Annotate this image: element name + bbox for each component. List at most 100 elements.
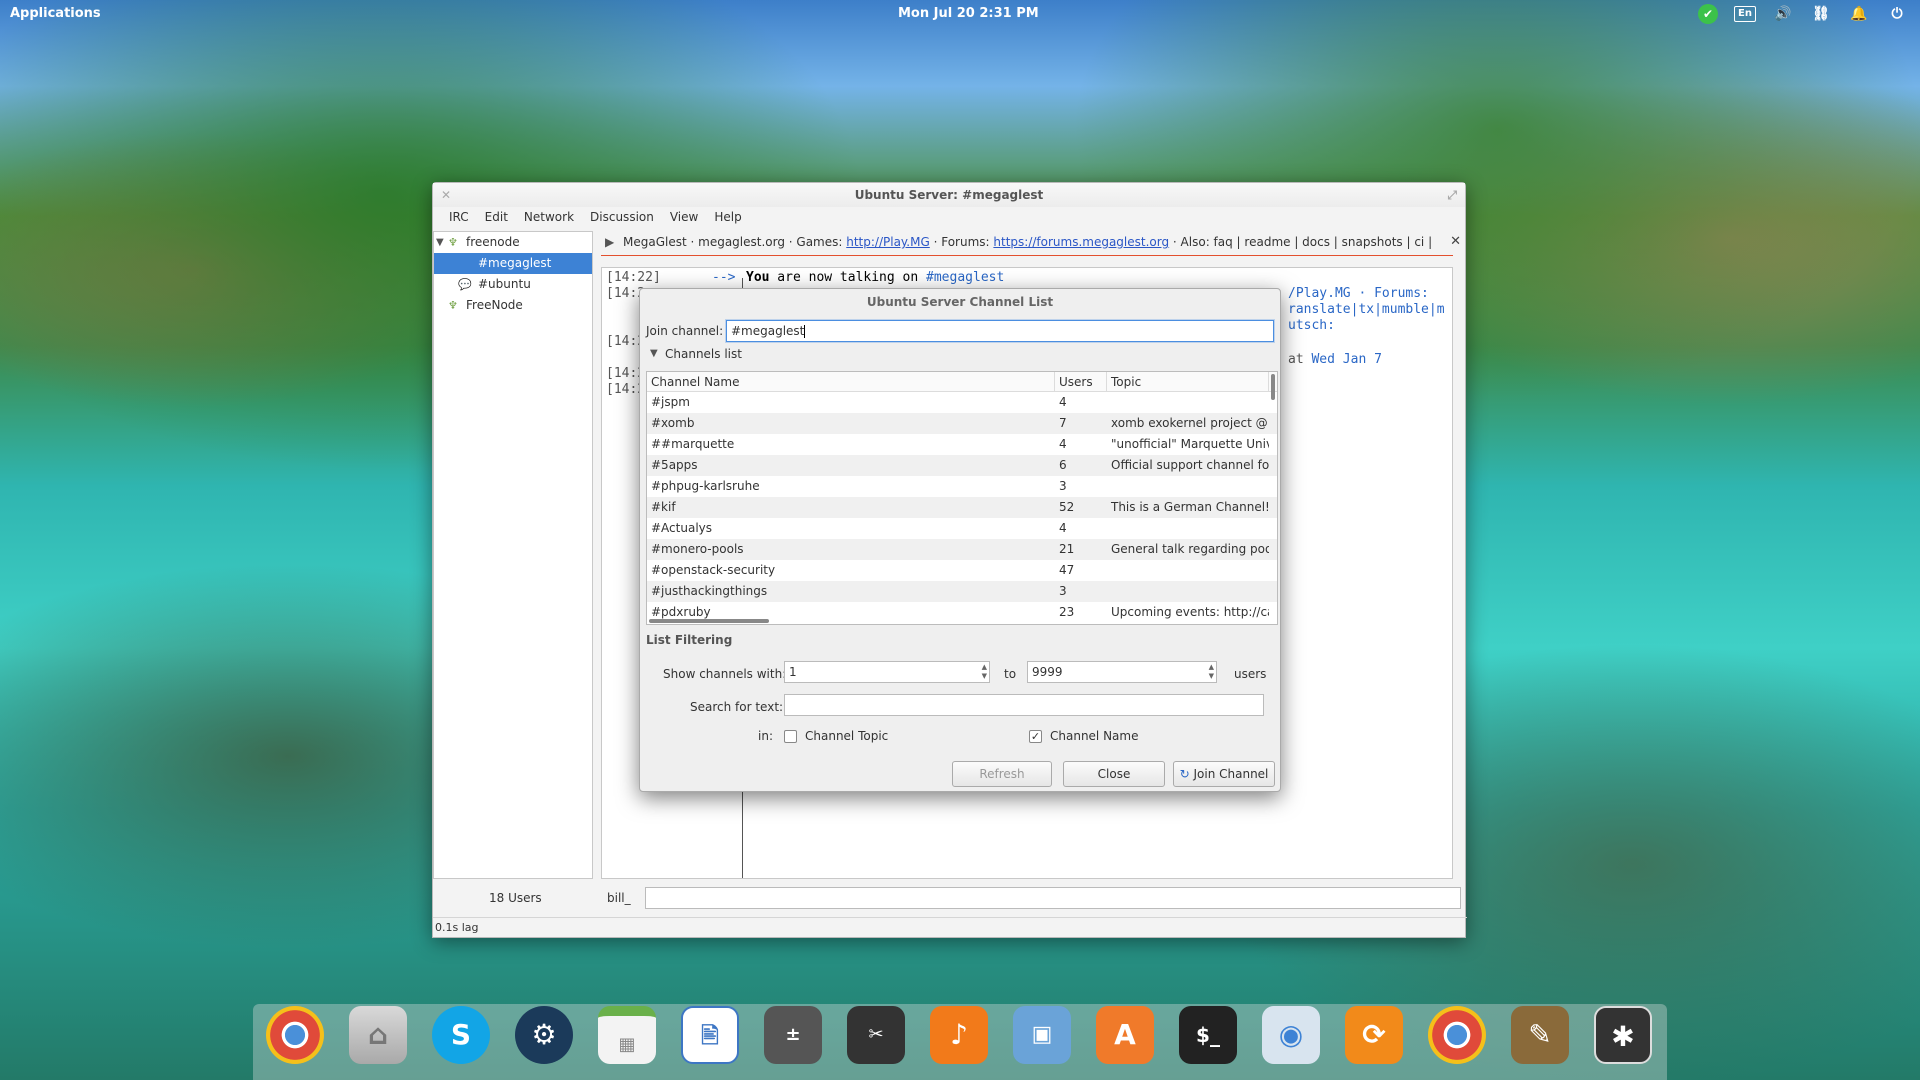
menubar: IRC Edit Network Discussion View Help (433, 207, 1465, 227)
music-icon[interactable]: ♪ (930, 1006, 988, 1064)
home-folder-icon[interactable]: ⌂ (349, 1006, 407, 1064)
join-channel-input[interactable]: #megaglest (726, 320, 1274, 342)
tree-item-freenode[interactable]: ▼ ♆ freenode (434, 232, 592, 253)
topic-expand-icon[interactable]: ▶ (605, 231, 614, 253)
server-tree: ▼ ♆ freenode #megaglest 💬 #ubuntu ♆ Free… (433, 231, 593, 879)
switchboard-toggle-icon[interactable]: ◉ (1262, 1006, 1320, 1064)
tree-item-megaglest[interactable]: #megaglest (434, 253, 592, 274)
applications-menu[interactable]: Applications (10, 6, 101, 21)
network-icon: ♆ (448, 299, 458, 312)
gimp-icon[interactable]: ✎ (1511, 1006, 1569, 1064)
channel-name-label[interactable]: Channel Name (1050, 729, 1138, 743)
settings-icon[interactable]: ✱ (1594, 1006, 1652, 1064)
dialog-title: Ubuntu Server Channel List (866, 295, 1054, 309)
show-channels-label: Show channels with: (663, 667, 787, 681)
menu-edit[interactable]: Edit (477, 207, 516, 227)
channel-list-dialog: Ubuntu Server Channel List Join channel:… (639, 288, 1281, 792)
document-viewer-icon[interactable]: 🖹 (681, 1006, 739, 1064)
channel-table[interactable]: Channel Name Users Topic #jspm 4 #xomb 7 xo… (646, 371, 1278, 625)
join-icon: ↻ (1179, 767, 1190, 781)
close-tab-icon[interactable]: ✕ (1450, 231, 1461, 253)
volume-icon[interactable]: 🔊 (1772, 4, 1794, 24)
channel-topic-checkbox[interactable] (784, 730, 797, 743)
network-icon: ♆ (448, 236, 458, 249)
nickname-button[interactable]: bill_ (607, 891, 631, 905)
window-title: Ubuntu Server: #megaglest (854, 188, 1044, 202)
table-row[interactable]: #xomb7xomb exokernel project @ ww (647, 413, 1277, 434)
table-row[interactable]: #phpug-karlsruhe 3 (647, 476, 1277, 497)
window-maximize-icon[interactable]: ⤢ (1447, 183, 1457, 207)
tree-item-ubuntu[interactable]: 💬 #ubuntu (434, 274, 592, 295)
table-row[interactable]: #openstack-security 47 (647, 560, 1277, 581)
to-label: to (1004, 667, 1017, 681)
horizontal-scrollbar[interactable] (649, 619, 769, 623)
skype-icon[interactable]: S (432, 1006, 490, 1064)
menu-network[interactable]: Network (516, 207, 582, 227)
column-topic[interactable]: Topic (1107, 372, 1269, 391)
collapse-triangle-icon[interactable]: ▼ (650, 348, 658, 359)
terminal-icon[interactable]: $_ (1179, 1006, 1237, 1064)
close-button[interactable]: Close (1063, 761, 1165, 787)
table-row[interactable]: #justhackingthings 3 (647, 581, 1277, 602)
lag-status: 0.1s lag (433, 917, 1467, 937)
refresh-button[interactable]: Refresh (952, 761, 1052, 787)
in-label: in: (758, 729, 773, 743)
join-channel-button[interactable]: ↻ Join Channel (1173, 761, 1275, 787)
search-text-input[interactable] (784, 694, 1264, 716)
channels-list-expander[interactable]: Channels list (665, 347, 742, 361)
photos-icon[interactable]: ▣ (1013, 1006, 1071, 1064)
search-text-label: Search for text: (690, 700, 784, 714)
channel-name-checkbox[interactable]: ✓ (1029, 730, 1042, 743)
keyboard-layout-indicator[interactable]: En (1734, 6, 1756, 22)
chrome-icon[interactable] (266, 1006, 324, 1064)
table-row[interactable]: #jspm 4 (647, 392, 1277, 413)
table-row[interactable]: #monero-pools 21 General talk regarding po… (647, 539, 1277, 560)
topic-divider (601, 255, 1453, 256)
channel-icon: 💬 (458, 278, 472, 291)
calendar-icon[interactable]: ▦ (598, 1006, 656, 1064)
column-channel-name[interactable]: Channel Name (647, 372, 1055, 391)
system-tray: ✔ En 🔊 ⛓ 🔔 ⏻ (1698, 4, 1908, 24)
app-center-icon[interactable]: A (1096, 1006, 1154, 1064)
spinner-arrows-icon[interactable]: ▲ ▼ (982, 663, 987, 681)
tree-item-freenode-2[interactable]: ♆ FreeNode (434, 295, 592, 316)
user-count[interactable]: 18 Users (489, 891, 542, 905)
notifications-icon[interactable]: 🔔 (1848, 4, 1870, 24)
column-users[interactable]: Users (1055, 372, 1107, 391)
clock[interactable]: Mon Jul 20 2:31 PM (898, 6, 1039, 21)
update-icon[interactable]: ⟳ (1345, 1006, 1403, 1064)
channel-topic: MegaGlest · megaglest.org · Games: http:… (623, 235, 1433, 249)
network-icon[interactable]: ⛓ (1810, 4, 1832, 24)
topic-bar: ▶ MegaGlest · megaglest.org · Games: htt… (601, 231, 1463, 253)
window-close-icon[interactable]: ✕ (441, 183, 451, 207)
table-header: Channel Name Users Topic (647, 372, 1277, 392)
chromium-icon[interactable] (1428, 1006, 1486, 1064)
spinner-arrows-icon[interactable]: ▲ ▼ (1209, 663, 1214, 681)
vertical-scrollbar[interactable] (1271, 374, 1275, 400)
min-users-spinner[interactable]: 1 ▲ ▼ (784, 661, 990, 683)
menu-irc[interactable]: IRC (441, 207, 477, 227)
list-filtering-heading: List Filtering (646, 633, 733, 647)
window-titlebar[interactable]: ✕ Ubuntu Server: #megaglest ⤢ (433, 183, 1465, 207)
topic-link-play[interactable]: http://Play.MG (846, 235, 930, 249)
expander-icon[interactable]: ▼ (436, 232, 444, 253)
channel-topic-label[interactable]: Channel Topic (805, 729, 888, 743)
input-bar: 18 Users bill_ (433, 883, 1467, 913)
steam-icon[interactable]: ⚙ (515, 1006, 573, 1064)
table-row[interactable]: #Actualys 4 (647, 518, 1277, 539)
table-row[interactable]: #5apps 6 Official support channel for h (647, 455, 1277, 476)
table-body: #jspm4 #xomb7xomb exokernel project @ ww… (647, 392, 1277, 623)
screenshot-icon[interactable]: ✂ (847, 1006, 905, 1064)
calculator-icon[interactable]: ± (764, 1006, 822, 1064)
table-row[interactable]: ##marquette 4 "unofficial" Marquette Unive… (647, 434, 1277, 455)
topic-link-forums[interactable]: https://forums.megaglest.org (993, 235, 1169, 249)
menu-help[interactable]: Help (706, 207, 749, 227)
menu-discussion[interactable]: Discussion (582, 207, 662, 227)
max-users-spinner[interactable]: 9999 ▲ ▼ (1027, 661, 1217, 683)
check-status-icon[interactable]: ✔ (1698, 4, 1718, 24)
power-icon[interactable]: ⏻ (1886, 4, 1908, 24)
table-row[interactable]: #kif52This is a German Channel! Ple (647, 497, 1277, 518)
top-panel: Applications Mon Jul 20 2:31 PM ✔ En 🔊 ⛓… (0, 0, 1920, 28)
message-input[interactable] (645, 887, 1461, 909)
menu-view[interactable]: View (662, 207, 706, 227)
